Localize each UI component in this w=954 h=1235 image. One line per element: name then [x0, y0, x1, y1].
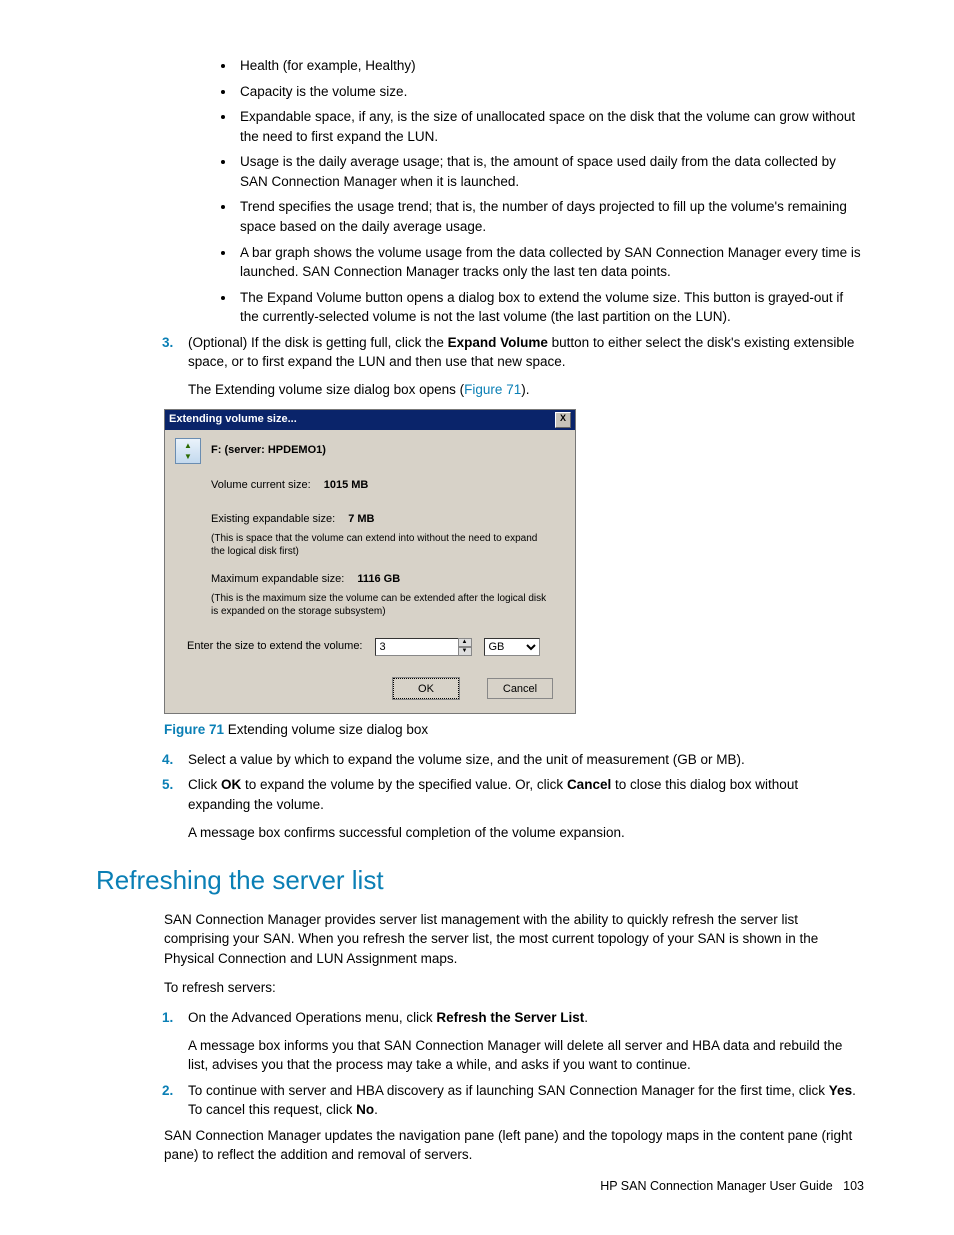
section-heading: Refreshing the server list — [96, 862, 864, 900]
refresh-step-1: 1. On the Advanced Operations menu, clic… — [96, 1008, 864, 1075]
steps-list-2: 4. Select a value by which to expand the… — [96, 750, 864, 842]
unit-select[interactable]: GB — [484, 638, 540, 656]
step-subtext: The Extending volume size dialog box ope… — [188, 380, 864, 400]
step-subtext: A message box confirms successful comple… — [188, 823, 864, 843]
step-4: 4. Select a value by which to expand the… — [96, 750, 864, 770]
extending-volume-dialog: Extending volume size... X ▲▼ F: (server… — [164, 409, 576, 714]
step-text: To continue with server and HBA discover… — [188, 1083, 856, 1118]
step-number: 2. — [162, 1081, 173, 1101]
step-3: 3. (Optional) If the disk is getting ful… — [96, 333, 864, 400]
size-spinner: ▲ ▼ — [375, 638, 472, 656]
paragraph: SAN Connection Manager provides server l… — [164, 910, 864, 969]
button-row: OK Cancel — [165, 674, 575, 713]
cancel-button[interactable]: Cancel — [487, 678, 553, 699]
spin-up-icon[interactable]: ▲ — [458, 638, 472, 647]
refresh-steps: 1. On the Advanced Operations menu, clic… — [96, 1008, 864, 1120]
max-help: (This is the maximum size the volume can… — [211, 592, 553, 618]
step-5: 5. Click OK to expand the volume by the … — [96, 775, 864, 842]
expandable-size-label: Existing expandable size: — [211, 512, 335, 528]
step-number: 3. — [162, 333, 173, 353]
current-size-value: 1015 MB — [324, 479, 369, 491]
ok-button[interactable]: OK — [393, 678, 459, 699]
refresh-step-2: 2. To continue with server and HBA disco… — [96, 1081, 864, 1120]
step-number: 1. — [162, 1008, 173, 1028]
figure-label: Figure 71 — [164, 722, 224, 737]
step-text: (Optional) If the disk is getting full, … — [188, 335, 854, 370]
bullet-item: Trend specifies the usage trend; that is… — [236, 197, 864, 236]
max-size-value: 1116 GB — [357, 573, 400, 585]
expandable-size-value: 7 MB — [348, 513, 374, 525]
footer-text: HP SAN Connection Manager User Guide — [600, 1179, 833, 1193]
spin-down-icon[interactable]: ▼ — [458, 647, 472, 656]
size-input[interactable] — [375, 638, 459, 656]
bullet-item: Health (for example, Healthy) — [236, 56, 864, 76]
bullet-item: The Expand Volume button opens a dialog … — [236, 288, 864, 327]
paragraph: SAN Connection Manager updates the navig… — [164, 1126, 864, 1165]
bullet-list: Health (for example, Healthy) Capacity i… — [96, 56, 864, 327]
page-footer: HP SAN Connection Manager User Guide 103 — [600, 1177, 864, 1195]
volume-icon: ▲▼ — [175, 438, 201, 464]
bullet-item: Usage is the daily average usage; that i… — [236, 152, 864, 191]
step-number: 4. — [162, 750, 173, 770]
max-size-label: Maximum expandable size: — [211, 572, 344, 588]
page-number: 103 — [843, 1179, 864, 1193]
paragraph: To refresh servers: — [164, 978, 864, 998]
step-text: On the Advanced Operations menu, click R… — [188, 1010, 588, 1025]
dialog-header: ▲▼ F: (server: HPDEMO1) — [165, 430, 575, 468]
step-text: Click OK to expand the volume by the spe… — [188, 777, 798, 812]
bullet-item: Expandable space, if any, is the size of… — [236, 107, 864, 146]
dialog-titlebar: Extending volume size... X — [165, 410, 575, 430]
input-row: Enter the size to extend the volume: ▲ ▼… — [165, 632, 575, 674]
step-number: 5. — [162, 775, 173, 795]
figure-caption: Figure 71 Extending volume size dialog b… — [164, 720, 864, 740]
expandable-help: (This is space that the volume can exten… — [211, 532, 553, 558]
server-label: F: (server: HPDEMO1) — [211, 443, 326, 459]
close-icon[interactable]: X — [555, 412, 571, 428]
dialog-body: Volume current size: 1015 MB Existing ex… — [165, 468, 575, 632]
current-size-label: Volume current size: — [211, 478, 311, 494]
page: Health (for example, Healthy) Capacity i… — [0, 0, 954, 1235]
input-label: Enter the size to extend the volume: — [187, 639, 363, 655]
step-text: Select a value by which to expand the vo… — [188, 752, 745, 767]
bullet-item: Capacity is the volume size. — [236, 82, 864, 102]
steps-list: 3. (Optional) If the disk is getting ful… — [96, 333, 864, 400]
step-subtext: A message box informs you that SAN Conne… — [188, 1036, 864, 1075]
bullet-item: A bar graph shows the volume usage from … — [236, 243, 864, 282]
dialog-title: Extending volume size... — [169, 412, 555, 428]
figure-link[interactable]: Figure 71 — [464, 382, 521, 397]
